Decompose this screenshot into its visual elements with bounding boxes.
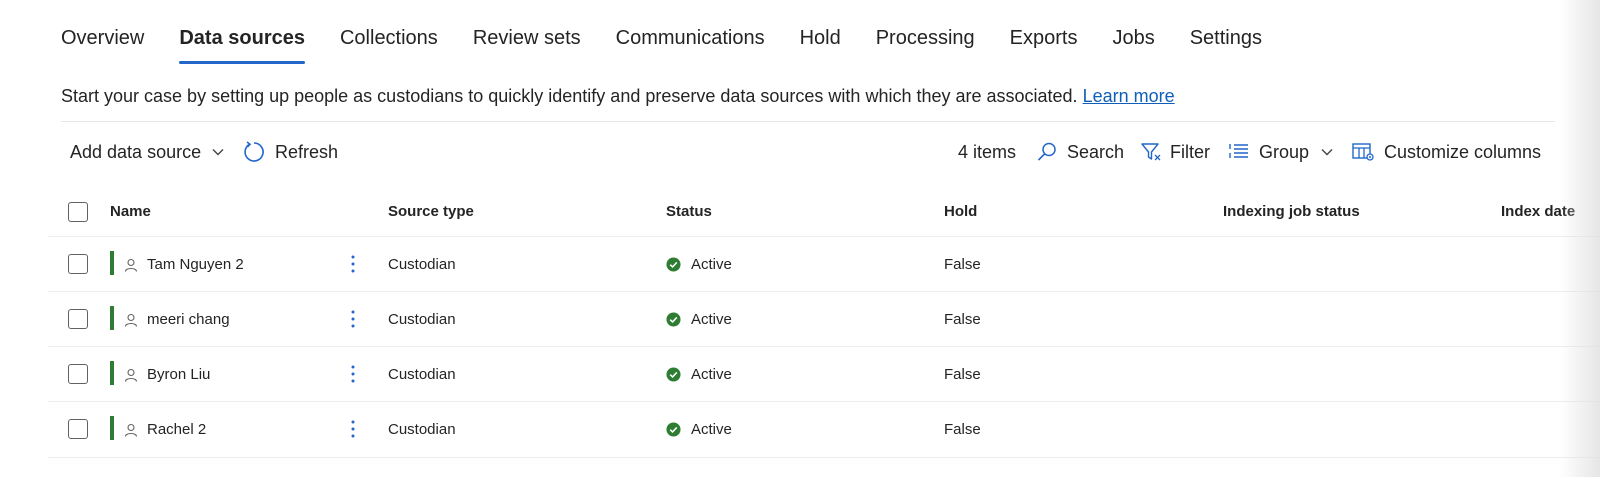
- customize-columns-button[interactable]: Customize columns: [1351, 130, 1541, 174]
- hold-cell: False: [944, 256, 981, 273]
- row-name[interactable]: meeri chang: [147, 311, 230, 328]
- select-all-checkbox[interactable]: [68, 202, 88, 222]
- intro-text: Start your case by setting up people as …: [61, 86, 1078, 106]
- source-type-cell: Custodian: [388, 421, 456, 438]
- column-header-status[interactable]: Status: [666, 192, 712, 232]
- refresh-button[interactable]: Refresh: [242, 130, 338, 174]
- person-icon: [124, 368, 138, 382]
- row-status-bar: [110, 361, 114, 385]
- tab-communications[interactable]: Communications: [616, 14, 765, 62]
- name-cell: Rachel 2: [124, 402, 206, 457]
- tab-collections[interactable]: Collections: [340, 14, 438, 62]
- row-checkbox[interactable]: [68, 419, 88, 439]
- more-options-icon[interactable]: [344, 415, 362, 443]
- source-type-cell: Custodian: [388, 366, 456, 383]
- table-row[interactable]: Rachel 2 Custodian Active False: [48, 401, 1600, 458]
- row-status-bar: [110, 251, 114, 275]
- search-label: Search: [1067, 141, 1125, 162]
- search-button[interactable]: Search: [1036, 130, 1124, 174]
- check-circle-icon: [666, 257, 681, 272]
- more-options-icon[interactable]: [344, 250, 362, 278]
- refresh-label: Refresh: [275, 141, 339, 162]
- person-icon: [124, 313, 138, 327]
- search-icon: [1036, 141, 1058, 163]
- learn-more-link[interactable]: Learn more: [1083, 86, 1175, 106]
- command-bar: Add data source Refresh 4 items Search F…: [61, 130, 1555, 174]
- name-cell: Tam Nguyen 2: [124, 237, 244, 292]
- row-checkbox[interactable]: [68, 254, 88, 274]
- chevron-down-icon: [211, 145, 225, 159]
- intro-text-block: Start your case by setting up people as …: [61, 86, 1175, 107]
- hold-cell: False: [944, 366, 981, 383]
- filter-button[interactable]: Filter: [1140, 130, 1210, 174]
- group-label: Group: [1259, 141, 1310, 162]
- check-circle-icon: [666, 312, 681, 327]
- table-row[interactable]: Byron Liu Custodian Active False: [48, 346, 1600, 402]
- source-type-cell: Custodian: [388, 256, 456, 273]
- add-data-source-button[interactable]: Add data source: [70, 130, 225, 174]
- row-status-bar: [110, 306, 114, 330]
- tab-exports[interactable]: Exports: [1010, 14, 1078, 62]
- tab-settings[interactable]: Settings: [1190, 14, 1262, 62]
- table-header: Name Source type Status Hold Indexing jo…: [61, 192, 1600, 232]
- tab-data-sources[interactable]: Data sources: [179, 14, 305, 64]
- status-cell: Active: [666, 402, 732, 457]
- row-checkbox[interactable]: [68, 309, 88, 329]
- tab-processing[interactable]: Processing: [876, 14, 975, 62]
- column-header-hold[interactable]: Hold: [944, 192, 977, 232]
- customize-columns-icon: [1351, 141, 1375, 163]
- tab-review-sets[interactable]: Review sets: [473, 14, 581, 62]
- divider: [61, 121, 1555, 122]
- status-cell: Active: [666, 347, 732, 402]
- more-options-icon[interactable]: [344, 360, 362, 388]
- column-header-indexing-job-status[interactable]: Indexing job status: [1223, 192, 1360, 232]
- status-cell: Active: [666, 237, 732, 292]
- status-label: Active: [691, 366, 732, 383]
- customize-columns-label: Customize columns: [1384, 141, 1542, 162]
- refresh-icon: [242, 140, 266, 164]
- status-label: Active: [691, 421, 732, 438]
- row-name[interactable]: Tam Nguyen 2: [147, 256, 244, 273]
- source-type-cell: Custodian: [388, 311, 456, 328]
- column-header-source-type[interactable]: Source type: [388, 192, 474, 232]
- row-name[interactable]: Byron Liu: [147, 366, 210, 383]
- item-count: 4 items: [958, 141, 1017, 162]
- tab-hold[interactable]: Hold: [800, 14, 841, 62]
- status-cell: Active: [666, 292, 732, 347]
- row-name[interactable]: Rachel 2: [147, 421, 206, 438]
- group-button[interactable]: Group: [1228, 130, 1334, 174]
- chevron-down-icon: [1320, 145, 1334, 159]
- person-icon: [124, 423, 138, 437]
- column-header-index-date[interactable]: Index date: [1501, 192, 1575, 232]
- filter-label: Filter: [1170, 141, 1210, 162]
- hold-cell: False: [944, 421, 981, 438]
- row-status-bar: [110, 416, 114, 440]
- row-checkbox[interactable]: [68, 364, 88, 384]
- status-label: Active: [691, 256, 732, 273]
- hold-cell: False: [944, 311, 981, 328]
- more-options-icon[interactable]: [344, 305, 362, 333]
- group-list-icon: [1228, 141, 1250, 163]
- status-label: Active: [691, 311, 732, 328]
- check-circle-icon: [666, 422, 681, 437]
- column-header-name[interactable]: Name: [110, 192, 151, 232]
- person-icon: [124, 258, 138, 272]
- table-row[interactable]: Tam Nguyen 2 Custodian Active False: [48, 236, 1600, 292]
- tab-overview[interactable]: Overview: [61, 14, 144, 62]
- name-cell: meeri chang: [124, 292, 230, 347]
- tab-jobs[interactable]: Jobs: [1112, 14, 1154, 62]
- check-circle-icon: [666, 367, 681, 382]
- add-data-source-label: Add data source: [70, 141, 202, 162]
- filter-icon: [1140, 141, 1162, 163]
- tab-bar: Overview Data sources Collections Review…: [61, 14, 1297, 66]
- name-cell: Byron Liu: [124, 347, 210, 402]
- table-row[interactable]: meeri chang Custodian Active False: [48, 291, 1600, 347]
